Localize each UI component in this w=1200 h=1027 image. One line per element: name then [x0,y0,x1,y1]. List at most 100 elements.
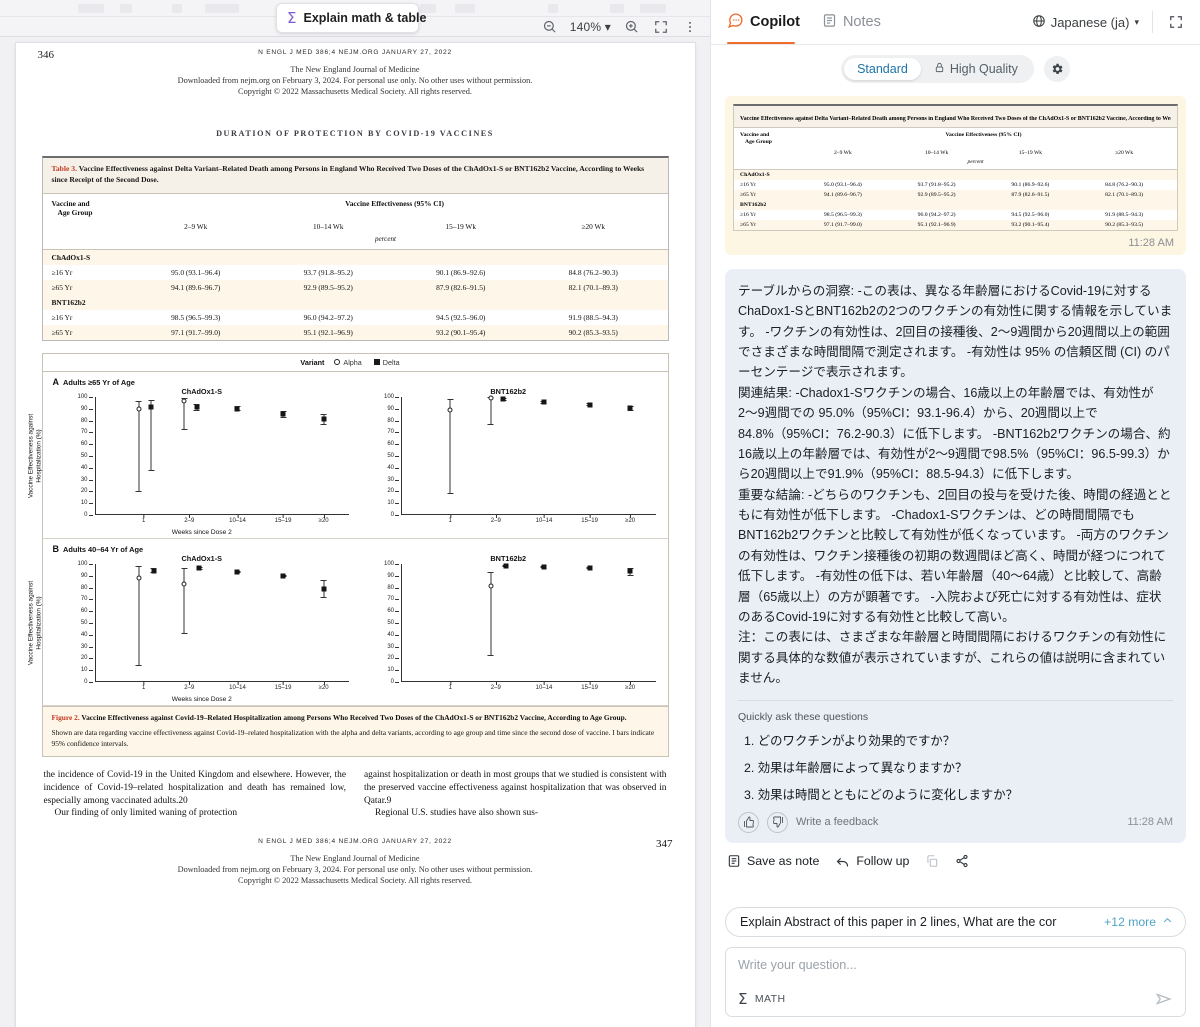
cell: 84.8 (76.2–90.3) [568,267,618,277]
thumbs-down-icon[interactable] [767,811,788,833]
math-button[interactable]: Σ MATH [738,990,785,1008]
legend-title: Variant [300,358,325,368]
table-3-group-header-line1: Vaccine and [51,198,90,208]
body-paragraph: Regional U.S. studies have also shown su… [375,808,539,819]
y-axis-title: Vaccine Effectiveness against Hospitaliza… [27,413,43,498]
assistant-answer-bubble: テーブルからの洞察: -この表は、異なる年齢層におけるCovid-19に対するC… [725,268,1186,843]
sigma-icon: Σ [738,990,748,1008]
zoom-level-selector[interactable]: 140% ▾ [570,20,611,34]
lock-icon [934,62,945,76]
chart-title: BNT162b2 [490,554,527,564]
cell: 97.1 (91.7–99.0) [171,327,221,337]
thumb-cell: 96.0 (94.2–97.2) [917,211,956,218]
copy-icon [925,854,939,868]
table-3-col-2: 15–19 Wk [445,221,476,231]
thumb-cell: 87.9 (82.6–91.5) [1011,191,1050,198]
sigma-icon: Σ [287,8,297,27]
y-axis-title: Vaccine Effectiveness against Hospitaliza… [27,580,43,665]
attached-table-thumbnail[interactable]: Vaccine Effectiveness against Delta Vari… [733,104,1178,231]
download-notice-top: The New England Journal of Medicine Down… [38,64,673,97]
figure-2-panel-a: A Adults ≥65 Yr of Age ChAdOx1-S Vaccine … [27,372,668,540]
thumb-col-0: 2–9 Wk [833,149,852,156]
thumbs-up-icon[interactable] [738,811,759,833]
thumb-cell: 98.5 (96.5–99.3) [823,211,862,218]
cell: 94.5 (92.5–96.0) [436,312,486,322]
cell: 91.9 (88.5–94.3) [568,312,618,322]
pdf-viewer-pane: Σ Explain math & table 140% ▾ 346 N ENGL… [0,0,710,1027]
cell: 82.1 (70.1–89.3) [568,282,618,292]
language-selector[interactable]: Japanese (ja) ▾ [1032,14,1139,31]
quick-question-1[interactable]: 1. どのワクチンがより効果的ですか？ [744,731,1173,749]
chart-b-bnt162b2: BNT162b2 0 10 20 30 40 50 60 70 80 90 10… [355,554,662,703]
gear-icon[interactable] [1043,56,1070,82]
thumb-col-2: 15–19 Wk [1018,149,1043,156]
panel-letter: B [52,544,60,555]
thumbnail-caption-text: Vaccine Effectiveness against Delta Vari… [740,116,1171,122]
quick-question-2[interactable]: 2. 効果は年齢層によって異なりますか？ [744,758,1173,776]
pdf-page-scroll-area[interactable]: 346 N ENGL J MED 386;4 NEJM.ORG JANUARY … [0,37,710,1027]
table-3-body: ChAdOx1-S ≥16 Yr 95.0 (93.1–96.4) 93.7 (… [42,248,668,340]
save-as-note-button[interactable]: Save as note [727,854,819,868]
notes-icon [822,13,837,32]
panel-a-charts: ChAdOx1-S Vaccine Effectiveness against H… [27,387,662,536]
header-divider [1152,11,1153,33]
table-3-col-1: 10–14 Wk [313,221,344,231]
write-feedback-label[interactable]: Write a feedback [796,816,878,828]
cell: 96.0 (94.2–97.2) [303,312,353,322]
zoom-in-icon[interactable] [623,18,640,35]
explain-math-table-button[interactable]: Σ Explain math & table [276,3,426,33]
table-row: ≥65 Yr 94.1 (89.6–96.7) 92.9 (89.5–95.2)… [42,279,668,295]
quality-segmented-control: Standard High Quality [841,55,1034,83]
plot-area: Vaccine Effectiveness against Hospitaliza… [27,394,349,524]
copy-button[interactable] [925,854,939,868]
panel-title: Adults ≥65 Yr of Age [63,378,135,388]
tab-notes[interactable]: Notes [822,0,881,45]
send-icon[interactable] [1155,990,1173,1008]
share-button[interactable] [955,854,969,868]
thumb-row-label: ≥65 Yr [740,191,757,198]
table-row: ≥16 Yr 98.5 (96.5–99.3) 96.0 (94.2–97.2)… [734,210,1177,220]
chart-title: ChAdOx1-S [181,387,223,397]
copilot-header: Copilot Notes Japanese (ja) ▾ [711,0,1200,45]
cell: 94.1 (89.6–96.7) [171,282,221,292]
note-icon [727,854,741,868]
panel-letter: A [52,377,60,388]
cell: 90.1 (86.9–92.6) [436,267,486,277]
mode-high-quality[interactable]: High Quality [921,58,1031,80]
zoom-out-icon[interactable] [541,18,558,35]
ghost-control [120,4,132,13]
quick-question-3[interactable]: 3. 効果は時間とともにどのように変化しますか？ [744,785,1173,803]
question-composer[interactable]: Write your question... Σ MATH [725,947,1186,1017]
fullscreen-icon[interactable] [652,18,669,35]
thumbnail-table-header: Vaccine and Age Group Vaccine Effectiven… [734,128,1177,169]
copilot-bottom-bar: Explain Abstract of this paper in 2 line… [711,899,1200,1027]
mode-standard[interactable]: Standard [844,58,921,80]
conversation-scroll[interactable]: Vaccine Effectiveness against Delta Vari… [711,92,1200,899]
thumb-row-label: ≥16 Yr [740,181,757,188]
journal-name: The New England Journal of Medicine [290,65,420,74]
legend-label: Delta [382,357,400,367]
expand-icon[interactable] [1166,12,1186,32]
chart-a-chadox1s: ChAdOx1-S Vaccine Effectiveness against H… [27,387,356,536]
answer-paragraph: テーブルからの洞察: -この表は、異なる年齢層におけるCovid-19に対するC… [738,283,1173,380]
more-vertical-icon[interactable] [681,18,698,35]
cell: 90.2 (85.3–93.5) [568,327,618,337]
download-line: Downloaded from nejm.org on February 3, … [177,865,533,875]
pdf-page: 346 N ENGL J MED 386;4 NEJM.ORG JANUARY … [15,43,695,1027]
question-input[interactable]: Write your question... [738,958,1173,972]
composer-toolbar: Σ MATH [738,990,1173,1008]
suggested-prompt-chip[interactable]: Explain Abstract of this paper in 2 line… [725,907,1186,937]
more-prompts-toggle[interactable]: +12 more [1104,915,1173,929]
follow-up-button[interactable]: Follow up [835,854,909,869]
thumb-cell: 92.9 (89.5–95.2) [917,191,956,198]
table-row: ≥65 Yr 97.1 (91.7–99.0) 95.1 (92.1–96.9)… [42,324,668,340]
chevron-up-icon [1162,915,1173,929]
tab-copilot[interactable]: Copilot [727,0,800,45]
table-section-name: ChAdOx1-S [51,252,91,262]
figure-2-legend: Variant Alpha Delta [42,354,668,373]
answer-paragraph: 重要な結論: -どちらのワクチンも、2回目の投与を受けた後、時間の経過とともに有… [738,487,1172,625]
cell: 95.0 (93.1–96.4) [171,267,221,277]
copilot-pane: Copilot Notes Japanese (ja) ▾ Standard H… [710,0,1200,1027]
ghost-control [610,4,624,13]
table-row: ≥16 Yr 95.0 (93.1–96.4) 93.7 (91.8–95.2)… [43,265,668,280]
